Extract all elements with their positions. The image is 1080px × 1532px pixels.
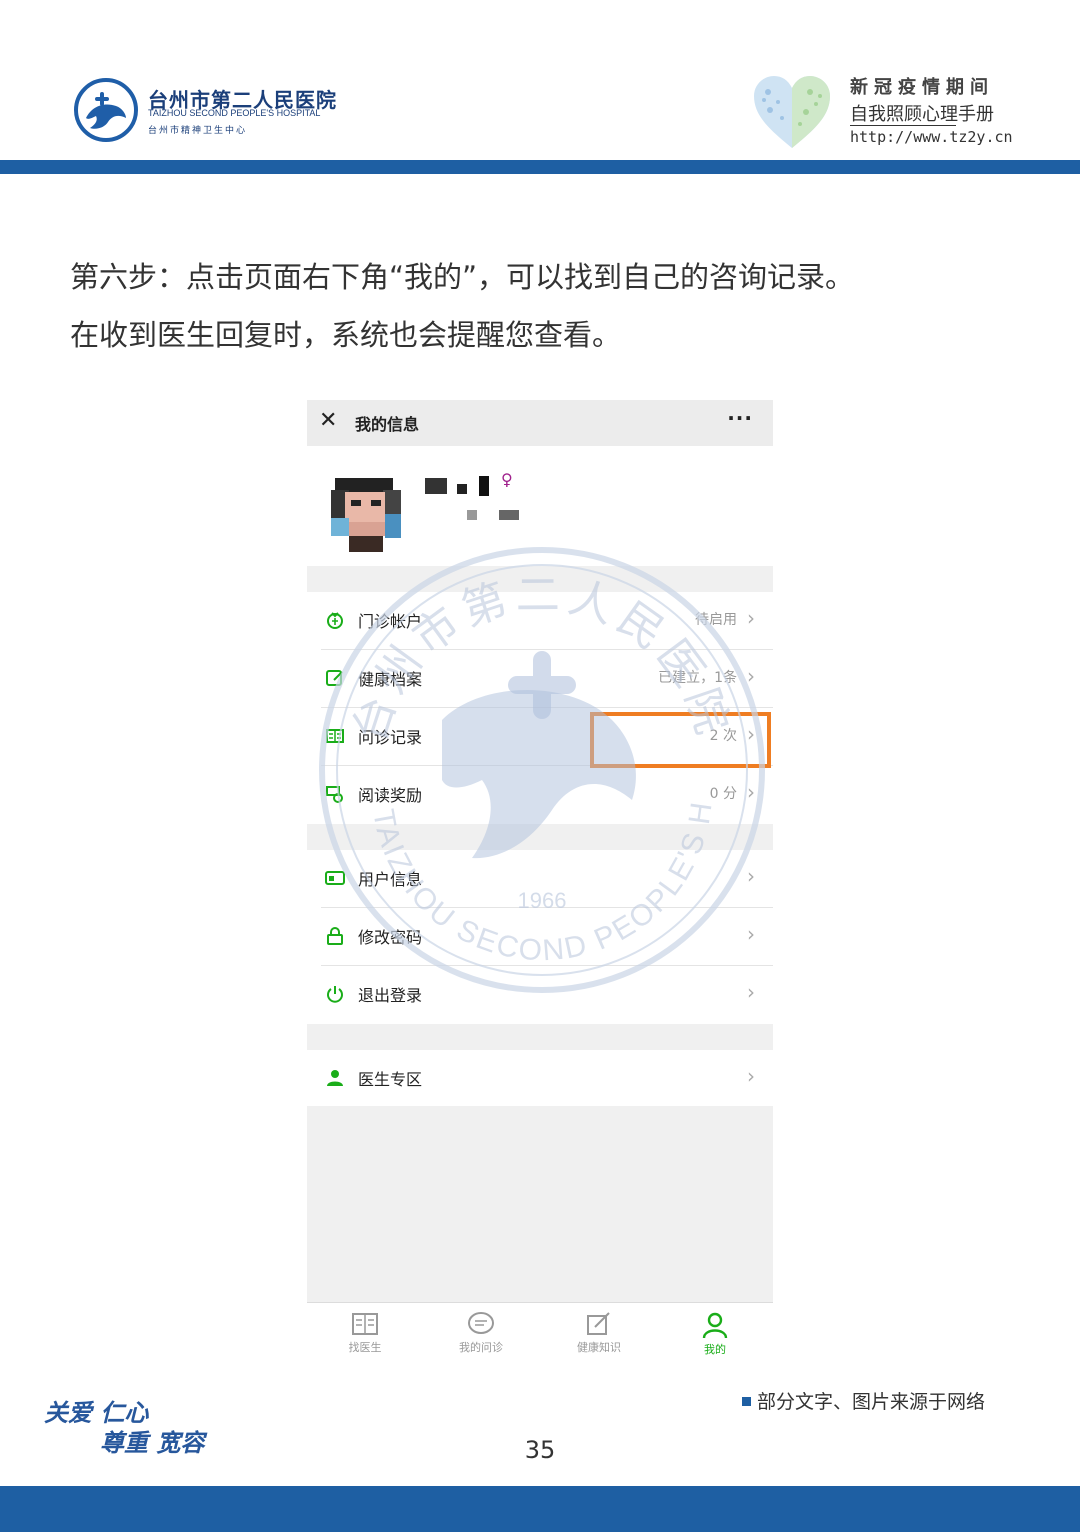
highlight-box (590, 712, 771, 768)
chevron-right-icon: › (747, 922, 755, 946)
reward-icon (326, 786, 343, 803)
hospital-logo (74, 78, 138, 142)
footer-bar (0, 1486, 1080, 1532)
user-id-redacted (467, 510, 519, 520)
health-record-icon (326, 670, 343, 686)
menu-label: 问诊记录 (358, 728, 423, 747)
menu-value: 待启用 (695, 612, 737, 628)
chevron-right-icon: › (747, 980, 755, 1004)
chevron-right-icon: › (747, 780, 755, 804)
menu-row-logout[interactable]: 退出登录 › (307, 966, 773, 1024)
slogan-line-1: 关爱 仁心 (44, 1398, 149, 1427)
menu-label: 修改密码 (358, 928, 423, 947)
menu-row-reading-reward[interactable]: 阅读奖励 0 分 › (307, 766, 773, 824)
tab-label: 找医生 (348, 1341, 382, 1354)
manual-url[interactable]: http://www.tz2y.cn (850, 128, 1013, 146)
tab-my-consults[interactable]: 我的问诊 (441, 1311, 521, 1355)
bottom-tab-bar: 找医生 我的问诊 健康知识 我的 (307, 1302, 773, 1368)
profile-section[interactable]: ♀ (307, 446, 773, 566)
id-card-icon (325, 871, 345, 885)
menu-row-change-password[interactable]: 修改密码 › (307, 908, 773, 966)
more-icon[interactable]: ··· (727, 406, 753, 430)
person-icon (702, 1312, 728, 1339)
section-gap (307, 566, 773, 592)
tab-label: 我的 (704, 1343, 726, 1356)
heart-logo-icon (754, 76, 830, 148)
source-note-text: 部分文字、图片来源于网络 (757, 1391, 986, 1413)
tab-label: 健康知识 (577, 1341, 621, 1354)
tab-mine[interactable]: 我的 (675, 1311, 755, 1357)
page-header: 台州市第二人民医院 TAIZHOU SECOND PEOPLE'S HOSPIT… (0, 0, 1080, 175)
page-number: 35 (524, 1436, 556, 1464)
phone-title: 我的信息 (355, 415, 420, 434)
book-icon (352, 1313, 378, 1335)
lock-icon (327, 927, 343, 945)
avatar[interactable] (327, 474, 405, 552)
chevron-right-icon: › (747, 1064, 755, 1088)
chevron-right-icon: › (747, 864, 755, 888)
menu-value: 已建立，1条 (658, 670, 737, 686)
source-note: 部分文字、图片来源于网络 (742, 1387, 985, 1414)
empty-area (307, 1106, 773, 1302)
phone-titlebar: ✕ 我的信息 ··· (307, 400, 773, 446)
menu-label: 门诊帐户 (358, 612, 423, 631)
menu-row-user-info[interactable]: 用户信息 › (307, 850, 773, 908)
menu-label: 阅读奖励 (358, 786, 423, 805)
menu-value: 0 分 (709, 786, 737, 802)
tab-health-knowledge[interactable]: 健康知识 (559, 1311, 639, 1355)
wallet-icon (327, 612, 343, 629)
power-icon (327, 986, 343, 1003)
consult-record-icon (326, 729, 344, 743)
chevron-right-icon: › (747, 606, 755, 630)
manual-underline (850, 125, 956, 126)
header-divider-bar (0, 160, 1080, 174)
section-gap (307, 824, 773, 850)
chevron-right-icon: › (747, 664, 755, 688)
instruction-line-2: 在收到医生回复时，系统也会提醒您查看。 (70, 318, 622, 352)
manual-title-line2: 自我照顾心理手册 (850, 104, 994, 125)
instruction-line-1: 第六步：点击页面右下角“我的”，可以找到自己的咨询记录。 (70, 260, 855, 294)
manual-title-line1: 新冠疫情期间 (850, 77, 994, 98)
female-gender-icon: ♀ (501, 470, 513, 489)
section-gap (307, 1024, 773, 1050)
menu-row-health-record[interactable]: 健康档案 已建立，1条 › (307, 650, 773, 708)
menu-row-doctor-zone[interactable]: 医生专区 › (307, 1050, 773, 1108)
menu-label: 医生专区 (358, 1070, 423, 1089)
hospital-subtitle: 台州市精神卫生中心 (148, 126, 248, 136)
menu-row-outpatient-account[interactable]: 门诊帐户 待启用 › (307, 592, 773, 650)
tab-label: 我的问诊 (459, 1341, 503, 1354)
instruction-text: 第六步：点击页面右下角“我的”，可以找到自己的咨询记录。 在收到医生回复时，系统… (70, 248, 1030, 364)
menu-label: 用户信息 (358, 870, 423, 889)
close-icon[interactable]: ✕ (319, 408, 337, 433)
tab-find-doctor[interactable]: 找医生 (325, 1311, 405, 1355)
menu-label: 健康档案 (358, 670, 423, 689)
edit-icon (587, 1312, 610, 1335)
chat-icon (468, 1312, 494, 1334)
bullet-square-icon (742, 1397, 751, 1406)
phone-screenshot: ✕ 我的信息 ··· ♀ 门诊帐户 待启用 › 健康档案 已建立，1条 › 问诊… (307, 400, 773, 1368)
hospital-name-en: TAIZHOU SECOND PEOPLE'S HOSPITAL (148, 108, 321, 118)
user-name-redacted (425, 476, 489, 496)
menu-label: 退出登录 (358, 986, 423, 1005)
doctor-icon (327, 1070, 343, 1086)
